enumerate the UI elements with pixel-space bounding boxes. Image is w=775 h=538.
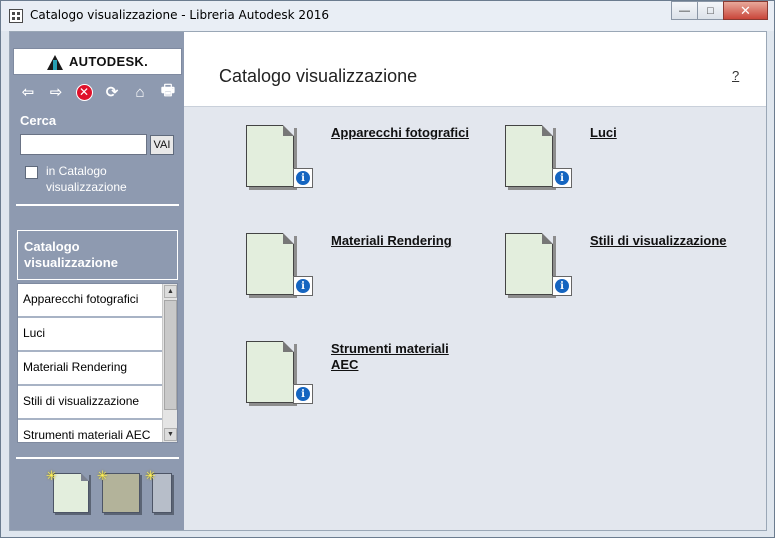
autodesk-logo: AUTODESK. xyxy=(13,48,182,75)
app-window-icon[interactable] xyxy=(9,9,23,23)
catalog-content: Catalogo visualizzazione ? i Apparecchi … xyxy=(184,32,766,530)
home-icon[interactable]: ⌂ xyxy=(130,82,150,102)
nav-toolbar: ⇦ ⇨ ✕ ⟳ ⌂ 🖶 xyxy=(16,81,180,103)
close-button[interactable]: ✕ xyxy=(723,1,768,20)
category-thumbnail[interactable] xyxy=(246,125,294,187)
info-button[interactable]: i xyxy=(293,168,313,188)
stop-button[interactable]: ✕ xyxy=(74,82,94,102)
app-window: Catalogo visualizzazione - Libreria Auto… xyxy=(0,0,775,538)
category-item-strumenti-materiali-aec[interactable]: Strumenti materiali AEC xyxy=(18,420,163,442)
info-button[interactable]: i xyxy=(552,168,572,188)
title-bar[interactable]: Catalogo visualizzazione - Libreria Auto… xyxy=(1,1,774,31)
search-label: Cerca xyxy=(20,113,57,128)
category-thumbnail[interactable] xyxy=(246,233,294,295)
catalog-item: i Strumenti materiali AEC xyxy=(246,341,496,411)
category-list: Apparecchi fotografici Luci Materiali Re… xyxy=(17,283,178,443)
scrollbar-thumb[interactable] xyxy=(164,300,177,410)
minimize-button[interactable]: — xyxy=(671,1,698,20)
search-go-button[interactable]: VAI xyxy=(150,135,174,155)
catalog-item: i Materiali Rendering xyxy=(246,233,496,303)
print-icon[interactable]: 🖶 xyxy=(158,82,178,102)
info-button[interactable]: i xyxy=(293,276,313,296)
info-icon: i xyxy=(296,387,310,401)
catalog-item: i Stili di visualizzazione xyxy=(505,233,755,303)
category-item-stili-di-visualizzazione[interactable]: Stili di visualizzazione xyxy=(18,386,163,420)
info-icon: i xyxy=(296,279,310,293)
catalog-item-link[interactable]: Luci xyxy=(590,125,740,141)
info-icon: i xyxy=(555,279,569,293)
info-button[interactable]: i xyxy=(293,384,313,404)
catalog-item-link[interactable]: Apparecchi fotografici xyxy=(331,125,481,141)
search-scope-label: in Catalogo visualizzazione xyxy=(46,164,127,194)
window-controls: — □ ✕ xyxy=(671,1,768,21)
category-item-luci[interactable]: Luci xyxy=(18,318,163,352)
spark-icon: ✳ xyxy=(145,468,156,483)
info-icon: i xyxy=(555,171,569,185)
catalog-item-link[interactable]: Strumenti materiali AEC xyxy=(331,341,466,373)
search-scope-checkbox[interactable] xyxy=(25,166,38,179)
spark-icon: ✳ xyxy=(97,468,108,483)
catalog-item: i Luci xyxy=(505,125,755,195)
maximize-button[interactable]: □ xyxy=(697,1,724,20)
category-item-materiali-rendering[interactable]: Materiali Rendering xyxy=(18,352,163,386)
new-category-icon[interactable]: ✳ xyxy=(97,468,140,513)
page-title: Catalogo visualizzazione xyxy=(219,66,418,86)
spark-icon: ✳ xyxy=(46,468,57,483)
info-button[interactable]: i xyxy=(552,276,572,296)
catalog-item: i Apparecchi fotografici xyxy=(246,125,496,195)
search-input[interactable] xyxy=(20,134,147,155)
category-item-apparecchi-fotografici[interactable]: Apparecchi fotografici xyxy=(18,284,163,318)
window-title: Catalogo visualizzazione - Libreria Auto… xyxy=(30,8,329,22)
divider xyxy=(16,457,179,459)
category-thumbnail[interactable] xyxy=(505,125,553,187)
catalog-item-link[interactable]: Materiali Rendering xyxy=(331,233,481,249)
category-list-scrollbar[interactable]: ▲ ▼ xyxy=(162,284,177,442)
help-link[interactable]: ? xyxy=(732,68,739,83)
refresh-icon[interactable]: ⟳ xyxy=(102,82,122,102)
new-catalog-icon[interactable]: ✳ xyxy=(46,468,89,513)
new-tool-icon[interactable]: ✳ xyxy=(145,468,172,513)
autodesk-logo-text: AUTODESK. xyxy=(68,54,149,69)
sidebar: AUTODESK. ⇦ ⇨ ✕ ⟳ ⌂ 🖶 Cerca VAI in Catal… xyxy=(10,32,184,530)
stop-icon: ✕ xyxy=(75,83,93,101)
category-thumbnail[interactable] xyxy=(246,341,294,403)
client-area: AUTODESK. ⇦ ⇨ ✕ ⟳ ⌂ 🖶 Cerca VAI in Catal… xyxy=(9,31,767,531)
forward-arrow-icon[interactable]: ⇨ xyxy=(46,82,66,102)
tool-palette-icons: ✳ ✳ ✳ xyxy=(46,468,176,519)
autodesk-logo-icon xyxy=(46,54,63,70)
catalog-item-link[interactable]: Stili di visualizzazione xyxy=(590,233,740,249)
category-thumbnail[interactable] xyxy=(505,233,553,295)
scroll-down-icon[interactable]: ▼ xyxy=(164,428,177,441)
content-header: Catalogo visualizzazione ? xyxy=(184,32,766,107)
back-arrow-icon[interactable]: ⇦ xyxy=(18,82,38,102)
catalog-header[interactable]: Catalogo visualizzazione xyxy=(17,230,178,280)
info-icon: i xyxy=(296,171,310,185)
divider xyxy=(16,204,179,206)
scroll-up-icon[interactable]: ▲ xyxy=(164,285,177,298)
